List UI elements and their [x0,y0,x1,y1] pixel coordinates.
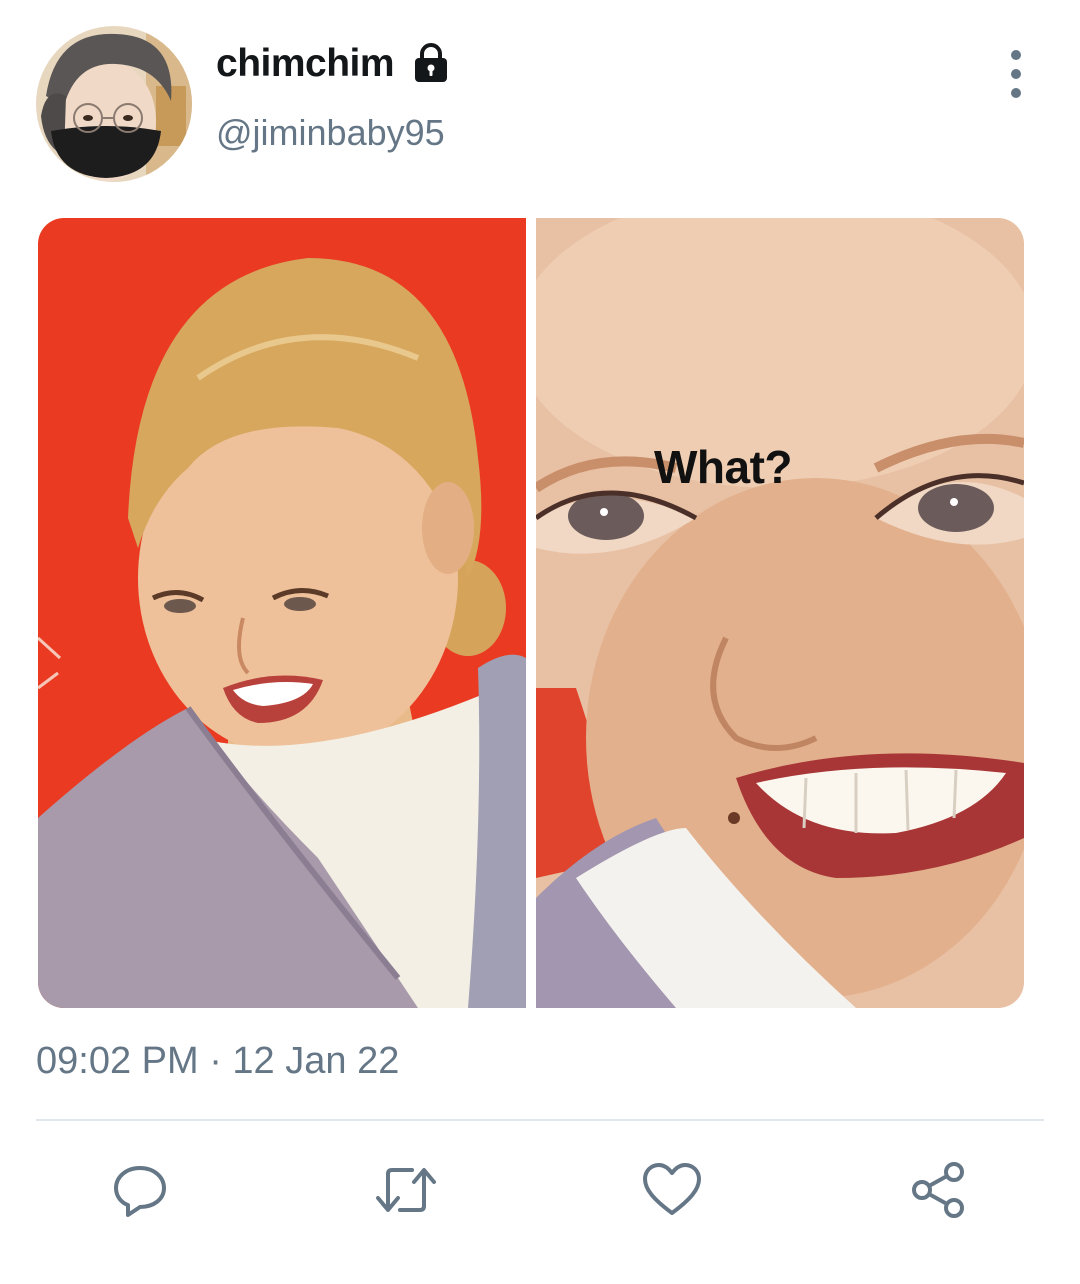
retweet-icon[interactable] [374,1158,438,1222]
reply-icon[interactable] [108,1158,172,1222]
tweet-detail: chimchim @jiminbaby95 What? 09:02 PM · 1… [0,0,1080,1284]
more-options-icon[interactable] [996,50,1036,98]
divider [36,1119,1044,1121]
media-image-left[interactable] [38,218,526,1008]
display-name[interactable]: chimchim [216,42,395,86]
lock-icon [410,42,452,84]
dot [1011,88,1021,98]
dot [1011,69,1021,79]
image-caption: What? [654,441,793,493]
dot [1011,50,1021,60]
share-icon[interactable] [906,1158,970,1222]
media-image-right[interactable]: What? [516,218,1024,1008]
avatar[interactable] [36,26,192,182]
heart-icon[interactable] [640,1158,704,1222]
tweet-timestamp[interactable]: 09:02 PM · 12 Jan 22 [36,1040,399,1083]
tweet-media[interactable]: What? [38,218,1024,1008]
user-handle[interactable]: @jiminbaby95 [216,112,445,154]
